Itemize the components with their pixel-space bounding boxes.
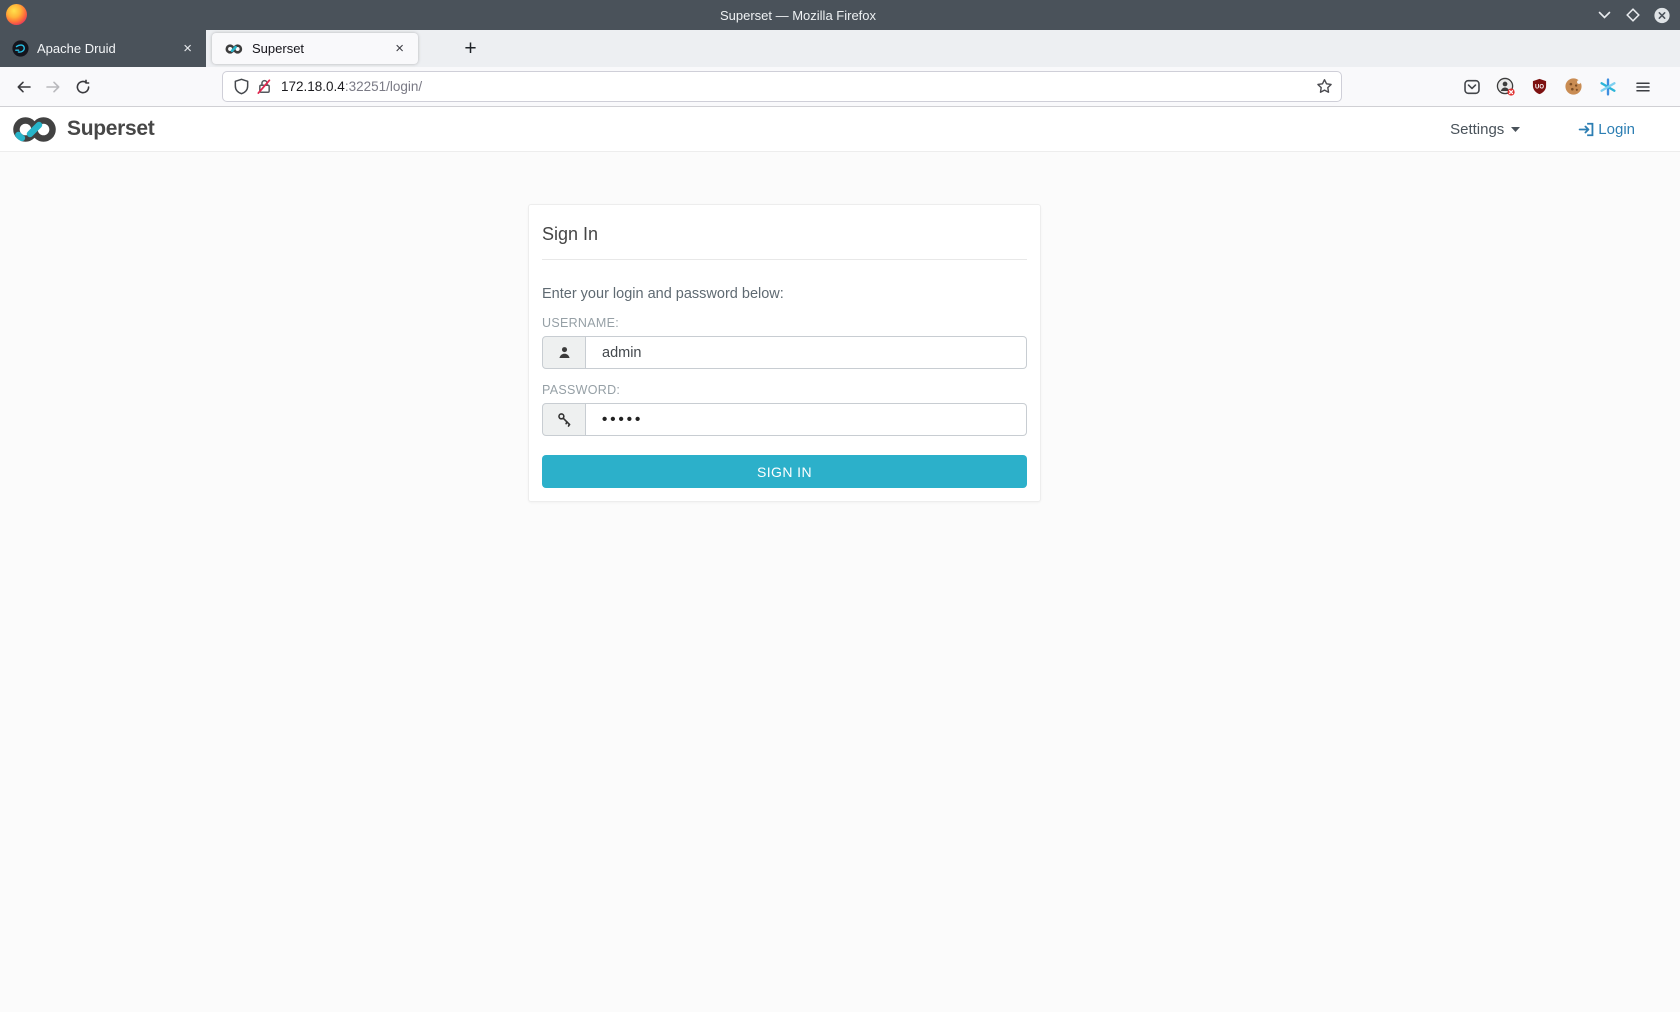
brand-name: Superset — [67, 117, 154, 141]
url-bar[interactable]: 172.18.0.4:32251/login/ — [222, 71, 1342, 102]
caret-down-icon — [1511, 127, 1520, 132]
superset-navbar: Superset Settings Login — [0, 107, 1680, 152]
forward-button[interactable] — [38, 72, 68, 102]
window-controls — [1596, 7, 1680, 23]
user-icon — [542, 336, 586, 369]
key-icon — [542, 403, 586, 436]
superset-brand[interactable]: Superset — [10, 115, 154, 144]
password-label: PASSWORD: — [542, 383, 1027, 397]
tab-label: Apache Druid — [37, 41, 179, 56]
url-path: :32251/login/ — [345, 79, 422, 94]
username-label: USERNAME: — [542, 316, 1027, 330]
window-titlebar: Superset — Mozilla Firefox — [0, 0, 1680, 30]
new-tab-button[interactable]: + — [456, 34, 485, 63]
window-close-icon[interactable] — [1654, 7, 1670, 23]
sign-in-arrow-icon — [1578, 121, 1595, 138]
url-text[interactable]: 172.18.0.4:32251/login/ — [281, 79, 1316, 94]
page-content: Sign In Enter your login and password be… — [0, 204, 1680, 1012]
reload-button[interactable] — [68, 72, 98, 102]
sign-in-body: Enter your login and password below: USE… — [542, 260, 1027, 488]
firefox-logo-icon — [6, 4, 27, 25]
settings-label: Settings — [1450, 121, 1504, 138]
proxy-extension-icon[interactable] — [1496, 77, 1515, 96]
sign-in-button[interactable]: SIGN IN — [542, 455, 1027, 488]
tab-label: Superset — [252, 41, 391, 56]
insecure-lock-icon[interactable] — [256, 78, 273, 95]
navbar-right: Settings Login — [1450, 121, 1635, 138]
tracking-protection-shield-icon[interactable] — [233, 78, 250, 95]
sign-in-title: Sign In — [542, 218, 1027, 260]
ublock-origin-icon[interactable]: UO — [1530, 77, 1549, 96]
username-input-group — [542, 336, 1027, 369]
window-title-area: Superset — Mozilla Firefox — [0, 8, 1596, 23]
asterisk-extension-icon[interactable] — [1598, 77, 1617, 96]
superset-logo-icon — [10, 115, 59, 144]
tab-strip: Apache Druid × Superset × + — [0, 30, 1680, 67]
tab-superset[interactable]: Superset × — [212, 33, 418, 64]
svg-text:UO: UO — [1535, 84, 1544, 90]
tab-close-icon[interactable]: × — [391, 39, 408, 58]
browser-toolbar: 172.18.0.4:32251/login/ UO — [0, 67, 1680, 107]
login-link[interactable]: Login — [1578, 121, 1635, 138]
bookmark-star-icon[interactable] — [1316, 78, 1333, 95]
menu-hamburger-icon[interactable] — [1633, 77, 1652, 96]
sign-in-card: Sign In Enter your login and password be… — [528, 204, 1041, 502]
password-input[interactable] — [586, 403, 1027, 436]
extension-icons: UO — [1462, 77, 1617, 96]
cookie-extension-icon[interactable] — [1564, 77, 1583, 96]
superset-favicon-icon — [224, 43, 244, 55]
window-title: Superset — Mozilla Firefox — [720, 8, 876, 23]
pocket-icon[interactable] — [1462, 77, 1481, 96]
tab-apache-druid[interactable]: Apache Druid × — [0, 30, 206, 67]
druid-favicon-icon — [12, 40, 29, 57]
window-minimize-icon[interactable] — [1596, 7, 1612, 23]
settings-menu[interactable]: Settings — [1450, 121, 1520, 138]
url-host: 172.18.0.4 — [281, 79, 345, 94]
sign-in-instruction: Enter your login and password below: — [542, 286, 1027, 302]
login-label: Login — [1598, 121, 1635, 138]
back-button[interactable] — [8, 72, 38, 102]
window-maximize-icon[interactable] — [1625, 7, 1641, 23]
password-input-group — [542, 403, 1027, 436]
tab-close-icon[interactable]: × — [179, 39, 196, 58]
username-input[interactable] — [586, 336, 1027, 369]
